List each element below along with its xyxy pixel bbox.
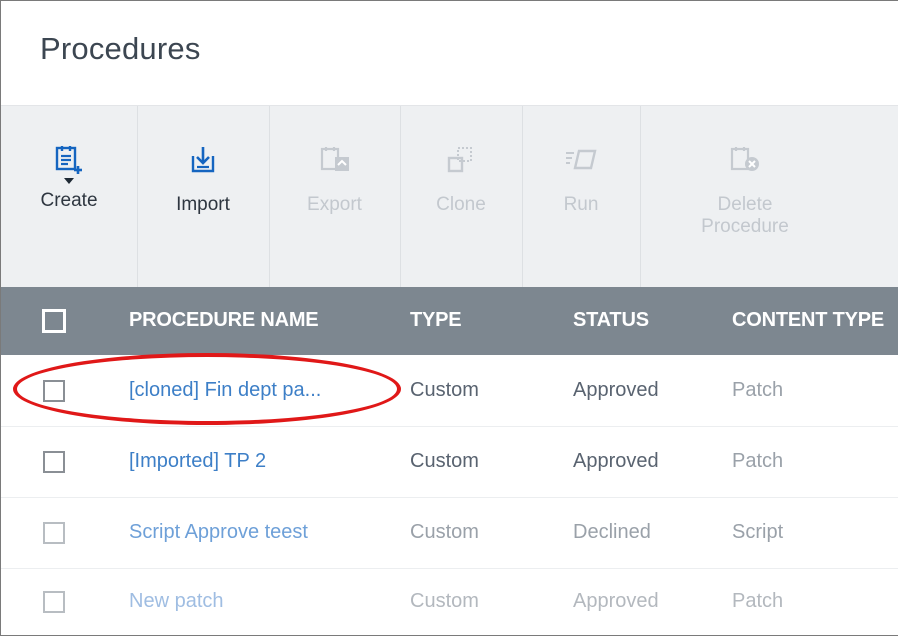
procedure-name-link[interactable]: [Imported] TP 2 [129,450,266,473]
run-label: Run [563,194,599,215]
column-header-status[interactable]: STATUS [573,309,649,332]
column-header-procedure-name[interactable]: PROCEDURE NAME [129,309,319,332]
import-button[interactable]: Import [137,106,270,287]
delete-procedure-icon [729,144,761,188]
column-header-type[interactable]: TYPE [410,309,462,332]
procedure-type: Custom [410,379,479,401]
row-checkbox[interactable] [43,380,65,402]
clone-icon [445,144,477,188]
procedure-type: Custom [410,590,479,612]
procedure-status: Approved [573,590,659,612]
row-checkbox[interactable] [43,591,65,613]
export-label: Export [307,194,362,215]
create-label: Create [40,190,98,211]
procedure-name-link[interactable]: New patch [129,590,224,613]
procedure-content-type: Patch [732,590,784,612]
clone-label: Clone [436,194,486,215]
procedures-panel: Procedures Create Import Export Clone Ru… [0,0,898,636]
procedure-type: Custom [410,450,479,472]
table-row[interactable]: Script Approve teest Custom Declined Scr… [1,498,898,569]
export-button[interactable]: Export [269,106,401,287]
run-icon [563,144,599,188]
procedure-type: Custom [410,521,479,543]
procedure-name-link[interactable]: [cloned] Fin dept pa... [129,379,321,402]
table-header: PROCEDURE NAME TYPE STATUS CONTENT TYPE [1,287,898,355]
procedure-name-link[interactable]: Script Approve teest [129,521,308,544]
procedure-status: Approved [573,450,659,472]
row-checkbox[interactable] [43,451,65,473]
select-all-checkbox[interactable] [42,309,66,333]
procedure-content-type: Patch [732,379,784,401]
export-icon [319,144,351,188]
table-row[interactable]: [Imported] TP 2 Custom Approved Patch [1,427,898,498]
table-row[interactable]: New patch Custom Approved Patch [1,569,898,635]
delete-procedure-button[interactable]: Delete Procedure [640,106,850,287]
procedure-status: Declined [573,521,651,543]
chevron-down-icon[interactable] [64,178,74,184]
table-row[interactable]: [cloned] Fin dept pa... Custom Approved … [1,356,898,427]
import-icon [188,144,218,188]
create-procedure-icon [54,144,84,188]
clone-button[interactable]: Clone [400,106,523,287]
run-button[interactable]: Run [522,106,641,287]
procedure-content-type: Script [732,521,784,543]
procedure-content-type: Patch [732,450,784,472]
import-label: Import [176,194,230,215]
row-checkbox[interactable] [43,522,65,544]
procedure-status: Approved [573,379,659,401]
toolbar: Create Import Export Clone Run Delete Pr… [1,105,898,287]
delete-procedure-label: Delete Procedure [701,194,789,237]
column-header-content-type[interactable]: CONTENT TYPE [732,309,884,332]
create-button[interactable]: Create [1,106,138,287]
page-title: Procedures [40,31,201,66]
